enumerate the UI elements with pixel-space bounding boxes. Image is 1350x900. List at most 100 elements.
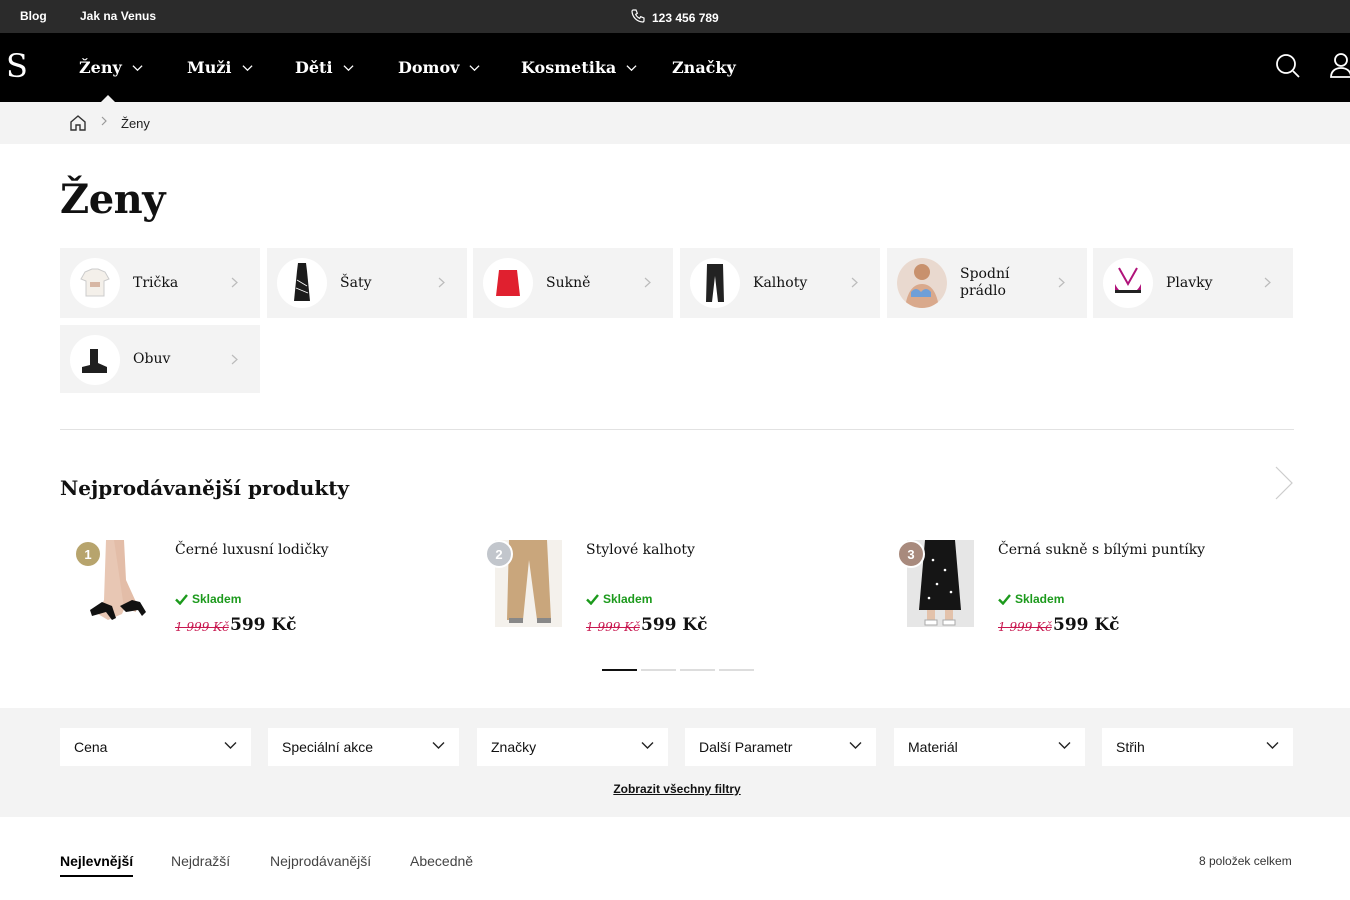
original-price: 1 999 Kč	[586, 620, 640, 634]
active-nav-indicator	[101, 95, 115, 102]
main-navigation: S Ženy Muži Děti Domov Kosmetika Značky	[0, 33, 1350, 102]
product-card[interactable]: 1 Černé luxusní lodičky Skladem 1 999 Kč…	[60, 540, 460, 640]
chevron-down-icon	[432, 742, 445, 749]
chevron-down-icon	[1058, 742, 1071, 749]
filter-cena[interactable]: Cena	[60, 728, 251, 766]
chevron-right-icon	[1264, 277, 1271, 288]
phone-contact[interactable]: 123 456 789	[630, 8, 719, 27]
category-tile-kalhoty[interactable]: Kalhoty	[680, 248, 880, 318]
chevron-right-icon	[644, 277, 651, 288]
filter-dalsi-parametr[interactable]: Další Parametr	[685, 728, 876, 766]
home-icon[interactable]	[69, 114, 87, 136]
breadcrumb: Ženy	[0, 102, 1350, 144]
nav-item-muzi[interactable]: Muži	[187, 58, 253, 77]
rank-badge: 2	[485, 540, 513, 568]
nav-item-label: Muži	[187, 58, 232, 77]
category-tile-obuv[interactable]: Obuv	[60, 325, 260, 393]
category-tile-sukne[interactable]: Sukně	[473, 248, 673, 318]
logo[interactable]: S	[6, 48, 28, 84]
carousel-page-dot[interactable]	[719, 669, 754, 671]
stock-label: Skladem	[603, 592, 653, 606]
show-all-filters-link[interactable]: Zobrazit všechny filtry	[0, 782, 1350, 796]
sort-most-expensive[interactable]: Nejdražší	[171, 853, 230, 869]
how-to-venus-link[interactable]: Jak na Venus	[80, 9, 156, 23]
product-card[interactable]: 2 Stylové kalhoty Skladem 1 999 Kč 599 K…	[471, 540, 871, 640]
category-tile-saty[interactable]: Šaty	[267, 248, 467, 318]
filter-strih[interactable]: Střih	[1102, 728, 1293, 766]
nav-item-label: Ženy	[79, 58, 122, 77]
nav-item-label: Domov	[398, 58, 460, 77]
chevron-down-icon	[641, 742, 654, 749]
sort-bestselling[interactable]: Nejprodávanější	[270, 853, 371, 869]
category-label: Šaty	[340, 274, 372, 291]
carousel-pagination	[602, 669, 754, 671]
trousers-icon	[690, 258, 740, 308]
product-name[interactable]: Černá sukně s bílými puntíky	[998, 542, 1205, 558]
nav-item-kosmetika[interactable]: Kosmetika	[521, 58, 637, 77]
bestsellers-title: Nejprodávanější produkty	[60, 476, 350, 500]
sale-price: 599 Kč	[1053, 615, 1120, 635]
filter-material[interactable]: Materiál	[894, 728, 1085, 766]
nav-item-domov[interactable]: Domov	[398, 58, 480, 77]
items-count: 8 položek celkem	[1199, 854, 1292, 868]
category-tile-spodni-pradlo[interactable]: Spodní prádlo	[887, 248, 1087, 318]
breadcrumb-current: Ženy	[121, 116, 150, 131]
chevron-down-icon	[132, 65, 143, 72]
tshirt-icon	[70, 258, 120, 308]
filter-znacky[interactable]: Značky	[477, 728, 668, 766]
category-tile-plavky[interactable]: Plavky	[1093, 248, 1293, 318]
utility-bar: Blog Jak na Venus 123 456 789	[0, 0, 1350, 33]
nav-item-label: Děti	[295, 58, 333, 77]
nav-item-deti[interactable]: Děti	[295, 58, 354, 77]
sort-alphabetical[interactable]: Abecedně	[410, 853, 473, 869]
chevron-down-icon	[224, 742, 237, 749]
breadcrumb-separator-icon	[100, 116, 108, 129]
chevron-right-icon	[1058, 277, 1065, 288]
page-title: Ženy	[60, 176, 165, 223]
nav-item-znacky[interactable]: Značky	[672, 58, 736, 77]
rank-badge: 3	[897, 540, 925, 568]
chevron-down-icon	[849, 742, 862, 749]
carousel-page-dot[interactable]	[680, 669, 715, 671]
filter-specialni-akce[interactable]: Speciální akce	[268, 728, 459, 766]
chevron-down-icon	[626, 65, 637, 72]
swimwear-icon	[1103, 258, 1153, 308]
chevron-down-icon	[241, 65, 253, 72]
product-name[interactable]: Černé luxusní lodičky	[175, 542, 329, 558]
nav-item-zeny[interactable]: Ženy	[79, 58, 143, 77]
original-price: 1 999 Kč	[998, 620, 1052, 634]
original-price: 1 999 Kč	[175, 620, 229, 634]
rank-badge: 1	[74, 540, 102, 568]
blog-link[interactable]: Blog	[20, 9, 47, 23]
carousel-next-arrow-icon[interactable]	[1272, 463, 1296, 508]
category-label: Trička	[133, 274, 179, 291]
sort-cheapest[interactable]: Nejlevnější	[60, 853, 134, 877]
dress-icon	[277, 258, 327, 308]
nav-item-label: Značky	[672, 58, 736, 77]
stock-label: Skladem	[192, 592, 242, 606]
checkmark-icon	[998, 593, 1011, 605]
category-label: Plavky	[1166, 274, 1213, 291]
category-tile-tricka[interactable]: Trička	[60, 248, 260, 318]
user-account-icon[interactable]	[1330, 53, 1350, 84]
carousel-page-dot[interactable]	[641, 669, 676, 671]
filter-label: Střih	[1116, 739, 1145, 755]
stock-label: Skladem	[1015, 592, 1065, 606]
chevron-down-icon	[342, 65, 354, 72]
phone-icon	[630, 8, 646, 27]
section-divider	[60, 429, 1294, 430]
stock-status: Skladem	[998, 592, 1064, 606]
chevron-right-icon	[231, 277, 238, 288]
product-name[interactable]: Stylové kalhoty	[586, 542, 695, 558]
filter-label: Značky	[491, 739, 537, 755]
checkmark-icon	[586, 593, 599, 605]
category-label: Spodní prádlo	[960, 266, 1010, 299]
carousel-page-dot[interactable]	[602, 669, 637, 671]
sale-price: 599 Kč	[641, 615, 708, 635]
search-icon[interactable]	[1275, 53, 1301, 84]
stock-status: Skladem	[175, 592, 241, 606]
filter-label: Cena	[74, 739, 108, 755]
checkmark-icon	[175, 593, 188, 605]
shoe-icon	[70, 335, 120, 385]
product-card[interactable]: 3 Černá sukně s bílými puntíky Skladem 1…	[883, 540, 1283, 640]
